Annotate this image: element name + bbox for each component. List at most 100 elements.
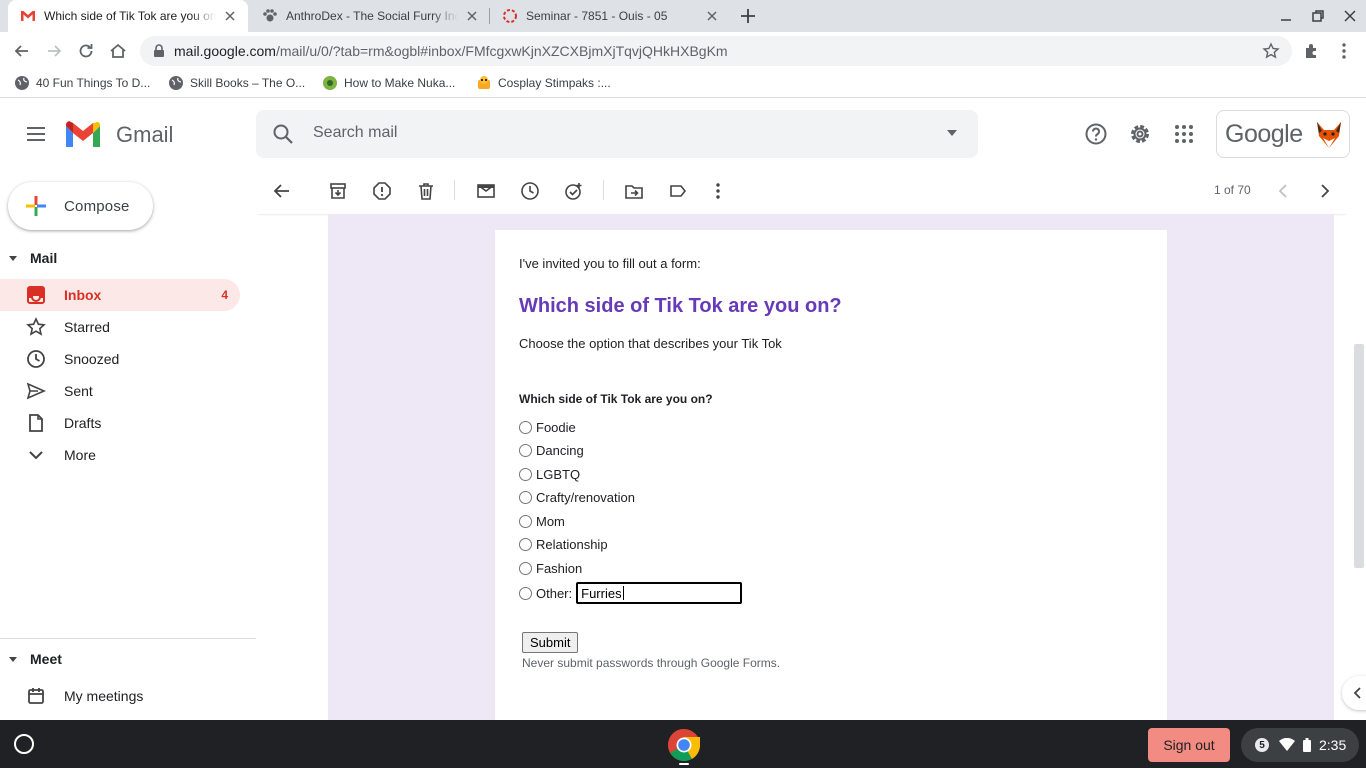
search-options-dropdown-icon[interactable] xyxy=(946,129,958,137)
option-other[interactable]: Other: Furries xyxy=(519,582,743,604)
new-tab-icon[interactable] xyxy=(738,6,758,26)
option-lgbtq[interactable]: LGBTQ xyxy=(519,467,580,482)
compose-button[interactable]: Compose xyxy=(8,182,153,230)
lock-icon[interactable] xyxy=(153,44,165,58)
sidebar-item-sent[interactable]: Sent xyxy=(0,375,240,407)
restore-icon[interactable] xyxy=(1310,8,1326,24)
bookmark-item[interactable]: Cosplay Stimpaks :... xyxy=(476,75,611,91)
address-bar[interactable]: mail.google.com/mail/u/0/?tab=rm&ogbl#in… xyxy=(140,36,1292,66)
bookmark-item[interactable]: Skill Books – The O... xyxy=(168,75,305,91)
submit-button[interactable]: Submit xyxy=(522,632,579,653)
option-foodie[interactable]: Foodie xyxy=(519,420,576,435)
gmail-logo-icon[interactable] xyxy=(64,120,102,150)
launcher-circle-icon[interactable] xyxy=(14,734,34,754)
bookmark-item[interactable]: How to Make Nuka... xyxy=(322,75,455,91)
option-dancing[interactable]: Dancing xyxy=(519,443,584,458)
settings-gear-icon[interactable] xyxy=(1128,122,1152,146)
meet-section-toggle[interactable]: Meet xyxy=(0,651,62,667)
other-text-input[interactable]: Furries xyxy=(576,582,743,604)
globe-icon xyxy=(169,76,183,90)
search-input[interactable]: Search mail xyxy=(313,124,397,142)
move-to-icon[interactable] xyxy=(624,181,644,201)
sidebar-item-label: Snoozed xyxy=(64,351,120,367)
archive-icon[interactable] xyxy=(328,181,348,201)
radio-button[interactable] xyxy=(519,586,532,600)
main-menu-icon[interactable] xyxy=(24,122,48,146)
leaf-icon xyxy=(323,76,337,90)
minimize-icon[interactable] xyxy=(1278,8,1294,24)
radio-button[interactable] xyxy=(519,562,532,575)
older-chevron-right-icon[interactable] xyxy=(1314,181,1334,201)
star-icon xyxy=(26,317,46,336)
back-to-inbox-icon[interactable] xyxy=(272,181,292,201)
chrome-menu-icon[interactable] xyxy=(1334,41,1354,61)
sidebar-item-label: My meetings xyxy=(64,688,144,704)
home-icon[interactable] xyxy=(108,41,128,61)
tab-seminar[interactable]: Seminar - 7851 - Ouis - 05 xyxy=(490,0,730,32)
extensions-puzzle-icon[interactable] xyxy=(1302,41,1322,61)
sign-out-button[interactable]: Sign out xyxy=(1148,728,1230,762)
sidebar-item-more[interactable]: More xyxy=(0,439,240,471)
close-tab-icon[interactable] xyxy=(704,8,720,24)
sidebar-item-drafts[interactable]: Drafts xyxy=(0,407,240,439)
radio-button[interactable] xyxy=(519,515,532,528)
bookmark-star-icon[interactable] xyxy=(1262,42,1280,60)
newer-chevron-left-icon[interactable] xyxy=(1274,181,1294,201)
send-icon xyxy=(26,382,46,400)
reload-icon[interactable] xyxy=(76,41,96,61)
scrollbar-thumb[interactable] xyxy=(1354,344,1364,568)
option-fashion[interactable]: Fashion xyxy=(519,561,582,576)
apps-grid-icon[interactable] xyxy=(1172,122,1196,146)
google-account-button[interactable]: Google xyxy=(1216,110,1350,158)
help-icon[interactable] xyxy=(1084,122,1108,146)
label-tag-icon[interactable] xyxy=(668,181,688,201)
close-window-icon[interactable] xyxy=(1342,8,1358,24)
option-relationship[interactable]: Relationship xyxy=(519,537,608,552)
delete-icon[interactable] xyxy=(416,181,436,201)
radio-button[interactable] xyxy=(519,421,532,434)
radio-button[interactable] xyxy=(519,468,532,481)
forward-icon[interactable] xyxy=(44,41,64,61)
snooze-clock-icon[interactable] xyxy=(520,181,540,201)
sidebar-item-snoozed[interactable]: Snoozed xyxy=(0,343,240,375)
bookmark-label: How to Make Nuka... xyxy=(344,76,456,90)
chrome-browser-icon[interactable] xyxy=(667,728,701,762)
more-options-icon[interactable] xyxy=(708,181,728,201)
tab-gmail[interactable]: Which side of Tik Tok are you on? xyxy=(8,0,248,32)
add-to-tasks-icon[interactable] xyxy=(564,181,584,201)
wifi-icon xyxy=(1279,738,1295,751)
bookmark-item[interactable]: 40 Fun Things To D... xyxy=(14,75,150,91)
radio-button[interactable] xyxy=(519,538,532,551)
tab-title: Which side of Tik Tok are you on? xyxy=(44,9,216,23)
mark-as-unread-icon[interactable] xyxy=(476,181,496,201)
tab-anthrodex[interactable]: AnthroDex - The Social Furry Index xyxy=(250,0,490,32)
invite-text: I've invited you to fill out a form: xyxy=(519,256,701,271)
sidebar-item-inbox[interactable]: Inbox 4 xyxy=(0,279,240,311)
app-running-indicator xyxy=(679,763,689,765)
search-bar[interactable]: Search mail xyxy=(256,110,978,158)
avatar[interactable] xyxy=(1313,118,1345,150)
option-crafty-renovation[interactable]: Crafty/renovation xyxy=(519,490,635,505)
sidebar-item-starred[interactable]: Starred xyxy=(0,311,240,343)
close-tab-icon[interactable] xyxy=(464,8,480,24)
compose-plus-icon xyxy=(26,196,46,216)
search-icon[interactable] xyxy=(272,123,294,145)
inbox-icon xyxy=(27,286,45,304)
toolbar-divider xyxy=(603,180,604,200)
compose-label: Compose xyxy=(64,197,130,215)
side-panel-toggle[interactable] xyxy=(1342,676,1366,710)
vertical-scrollbar[interactable] xyxy=(1348,214,1366,720)
radio-button[interactable] xyxy=(519,444,532,457)
option-mom[interactable]: Mom xyxy=(519,514,565,529)
back-icon[interactable] xyxy=(12,41,32,61)
radio-button[interactable] xyxy=(519,491,532,504)
sidebar-item-my-meetings[interactable]: My meetings xyxy=(0,680,240,712)
mail-section-toggle[interactable]: Mail xyxy=(0,250,57,266)
bookmark-label: 40 Fun Things To D... xyxy=(36,76,151,90)
close-tab-icon[interactable] xyxy=(222,8,238,24)
report-spam-icon[interactable] xyxy=(372,181,392,201)
question-label: Which side of Tik Tok are you on? xyxy=(519,392,713,406)
tab-title: Seminar - 7851 - Ouis - 05 xyxy=(526,9,668,23)
chevron-down-icon xyxy=(29,451,43,460)
system-tray[interactable]: 5 2:35 xyxy=(1241,728,1359,762)
